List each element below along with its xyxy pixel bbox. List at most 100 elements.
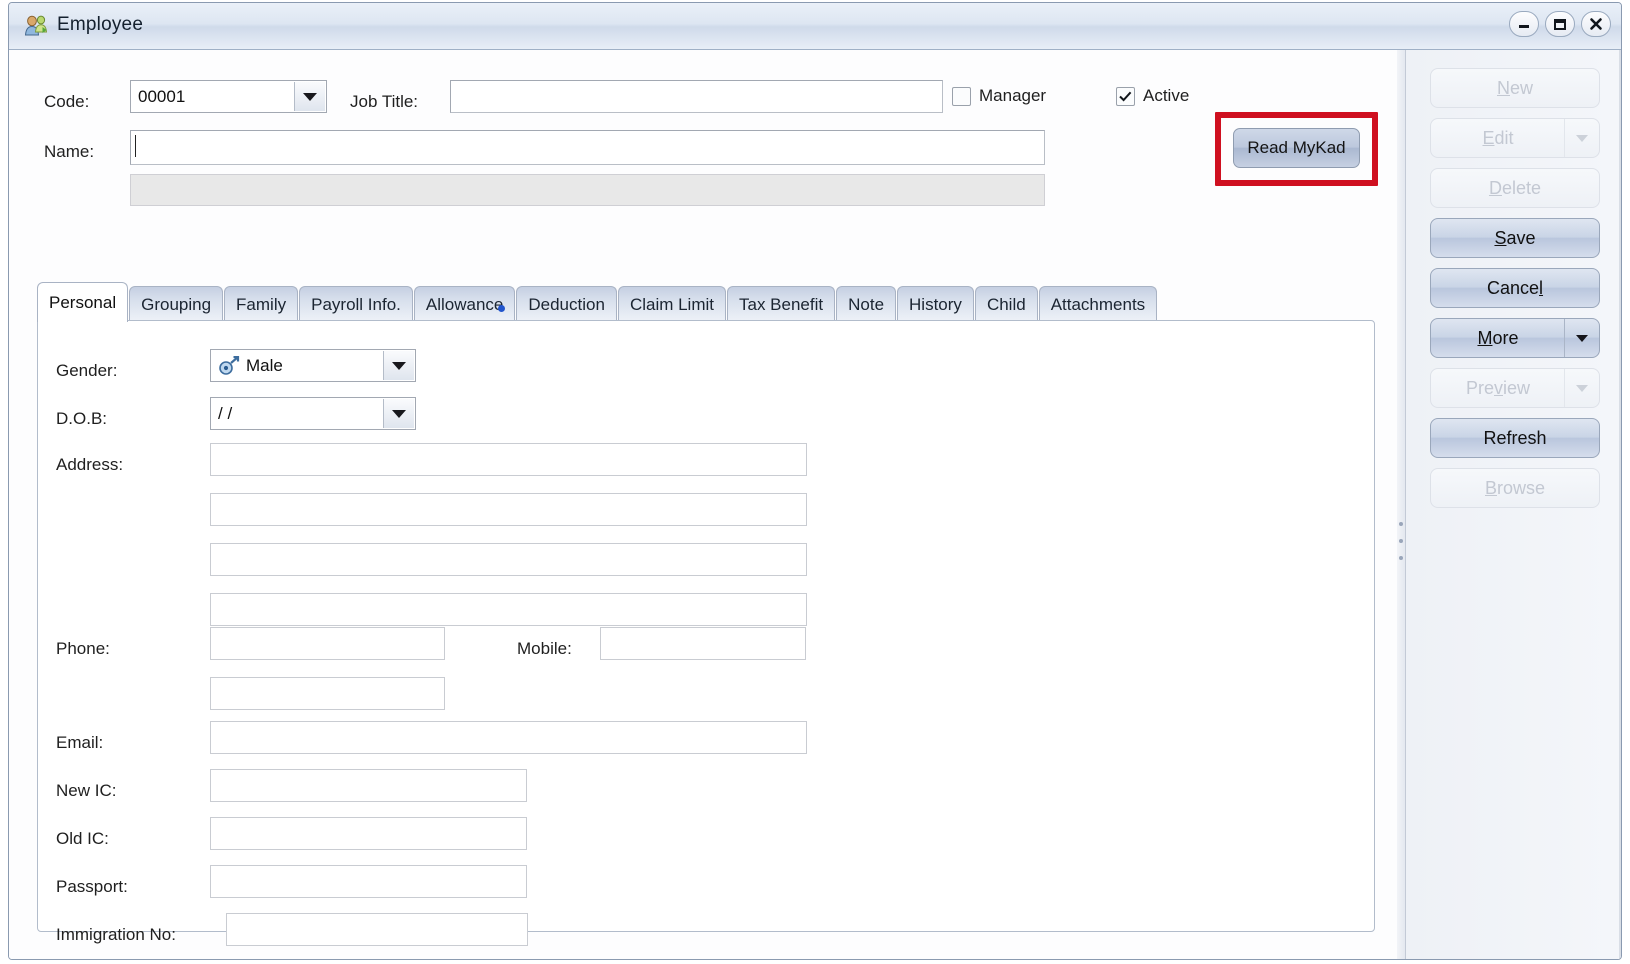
action-button-rail: New Edit Delete Save Cancel More Preview	[1405, 50, 1621, 960]
job-title-input[interactable]	[450, 80, 943, 113]
tab-personal[interactable]: Personal	[37, 282, 128, 322]
gender-value: Male	[240, 356, 283, 376]
dob-label: D.O.B:	[56, 409, 107, 429]
employee-form: Code: 00001 Job Title: Manager Active Re…	[9, 50, 1397, 960]
name-alt-input	[130, 174, 1045, 206]
tab-deduction[interactable]: Deduction	[516, 286, 617, 322]
panel-splitter[interactable]	[1397, 50, 1405, 960]
tab-label: Claim Limit	[630, 295, 714, 315]
maximize-icon[interactable]	[1545, 11, 1575, 37]
tab-label: Grouping	[141, 295, 211, 315]
save-button[interactable]: Save	[1430, 218, 1600, 258]
gender-label: Gender:	[56, 361, 117, 381]
minimize-icon[interactable]	[1509, 11, 1539, 37]
old-ic-label: Old IC:	[56, 829, 109, 849]
tab-family[interactable]: Family	[224, 286, 298, 322]
window-controls	[1509, 11, 1611, 37]
text-caret	[135, 135, 136, 157]
tab-payroll-info[interactable]: Payroll Info.	[299, 286, 413, 322]
old-ic-input[interactable]	[210, 817, 527, 850]
phone2-input[interactable]	[210, 677, 445, 710]
name-label: Name:	[44, 142, 94, 162]
manager-checkbox-box[interactable]	[952, 87, 971, 106]
tab-label: Allowance	[426, 295, 504, 315]
tab-attachments[interactable]: Attachments	[1039, 286, 1158, 322]
tab-label: History	[909, 295, 962, 315]
passport-label: Passport:	[56, 877, 128, 897]
employee-icon	[23, 13, 49, 39]
tab-child[interactable]: Child	[975, 286, 1038, 322]
immigration-label: Immigration No:	[56, 925, 176, 945]
personal-tab-panel: Gender: Male D.O.B: / /	[37, 320, 1375, 932]
manager-checkbox[interactable]: Manager	[952, 86, 1046, 106]
tab-label: Tax Benefit	[739, 295, 823, 315]
tab-label: Attachments	[1051, 295, 1146, 315]
mobile-label: Mobile:	[517, 639, 572, 659]
refresh-button[interactable]: Refresh	[1430, 418, 1600, 458]
job-title-label: Job Title:	[350, 92, 418, 112]
title-bar: Employee	[9, 3, 1621, 50]
close-icon[interactable]	[1581, 11, 1611, 37]
tab-label: Personal	[49, 293, 116, 313]
chevron-down-icon[interactable]	[1564, 369, 1599, 407]
gender-combo[interactable]: Male	[210, 349, 416, 382]
phone-input[interactable]	[210, 627, 445, 660]
chevron-down-icon[interactable]	[383, 351, 414, 380]
tab-note[interactable]: Note	[836, 286, 896, 322]
tab-grouping[interactable]: Grouping	[129, 286, 223, 322]
male-symbol-icon	[218, 356, 240, 376]
active-checkbox[interactable]: Active	[1116, 86, 1189, 106]
window-body: Code: 00001 Job Title: Manager Active Re…	[9, 50, 1621, 959]
tab-strip: Personal Grouping Family Payroll Info. A…	[37, 282, 1157, 322]
name-input[interactable]	[130, 130, 1045, 165]
phone-label: Phone:	[56, 639, 110, 659]
new-ic-input[interactable]	[210, 769, 527, 802]
check-icon	[1119, 91, 1132, 102]
mouse-cursor-dot	[498, 305, 505, 312]
email-label: Email:	[56, 733, 103, 753]
new-button[interactable]: New	[1430, 68, 1600, 108]
immigration-input[interactable]	[226, 913, 528, 946]
tab-history[interactable]: History	[897, 286, 974, 322]
email-input[interactable]	[210, 721, 807, 754]
active-label: Active	[1143, 86, 1189, 106]
address-line1-input[interactable]	[210, 443, 807, 476]
chevron-down-icon[interactable]	[1564, 119, 1599, 157]
chevron-down-icon[interactable]	[294, 82, 325, 111]
tab-label: Child	[987, 295, 1026, 315]
tab-label: Payroll Info.	[311, 295, 401, 315]
browse-button[interactable]: Browse	[1430, 468, 1600, 508]
chevron-down-icon[interactable]	[383, 399, 414, 428]
address-label: Address:	[56, 455, 123, 475]
passport-input[interactable]	[210, 865, 527, 898]
code-label: Code:	[44, 92, 89, 112]
chevron-down-icon[interactable]	[1564, 319, 1599, 357]
tab-label: Deduction	[528, 295, 605, 315]
edit-button[interactable]: Edit	[1430, 118, 1600, 158]
window-title: Employee	[57, 14, 143, 36]
tab-tax-benefit[interactable]: Tax Benefit	[727, 286, 835, 322]
more-button[interactable]: More	[1430, 318, 1600, 358]
dob-value: / /	[211, 404, 232, 424]
employee-window: Employee Code: 00001 Job Title:	[8, 2, 1622, 960]
cancel-button[interactable]: Cancel	[1430, 268, 1600, 308]
address-line2-input[interactable]	[210, 493, 807, 526]
dob-combo[interactable]: / /	[210, 397, 416, 430]
address-line4-input[interactable]	[210, 593, 807, 626]
tab-claim-limit[interactable]: Claim Limit	[618, 286, 726, 322]
new-ic-label: New IC:	[56, 781, 116, 801]
tab-label: Note	[848, 295, 884, 315]
tab-label: Family	[236, 295, 286, 315]
tab-allowance[interactable]: Allowance	[414, 286, 516, 322]
mobile-input[interactable]	[600, 627, 806, 660]
splitter-grip[interactable]	[1399, 522, 1403, 560]
address-line3-input[interactable]	[210, 543, 807, 576]
code-value: 00001	[131, 87, 185, 107]
manager-label: Manager	[979, 86, 1046, 106]
preview-button[interactable]: Preview	[1430, 368, 1600, 408]
code-combo[interactable]: 00001	[130, 80, 327, 113]
delete-button[interactable]: Delete	[1430, 168, 1600, 208]
read-mykad-button[interactable]: Read MyKad	[1233, 128, 1360, 168]
active-checkbox-box[interactable]	[1116, 87, 1135, 106]
rail-edge	[1619, 50, 1621, 960]
